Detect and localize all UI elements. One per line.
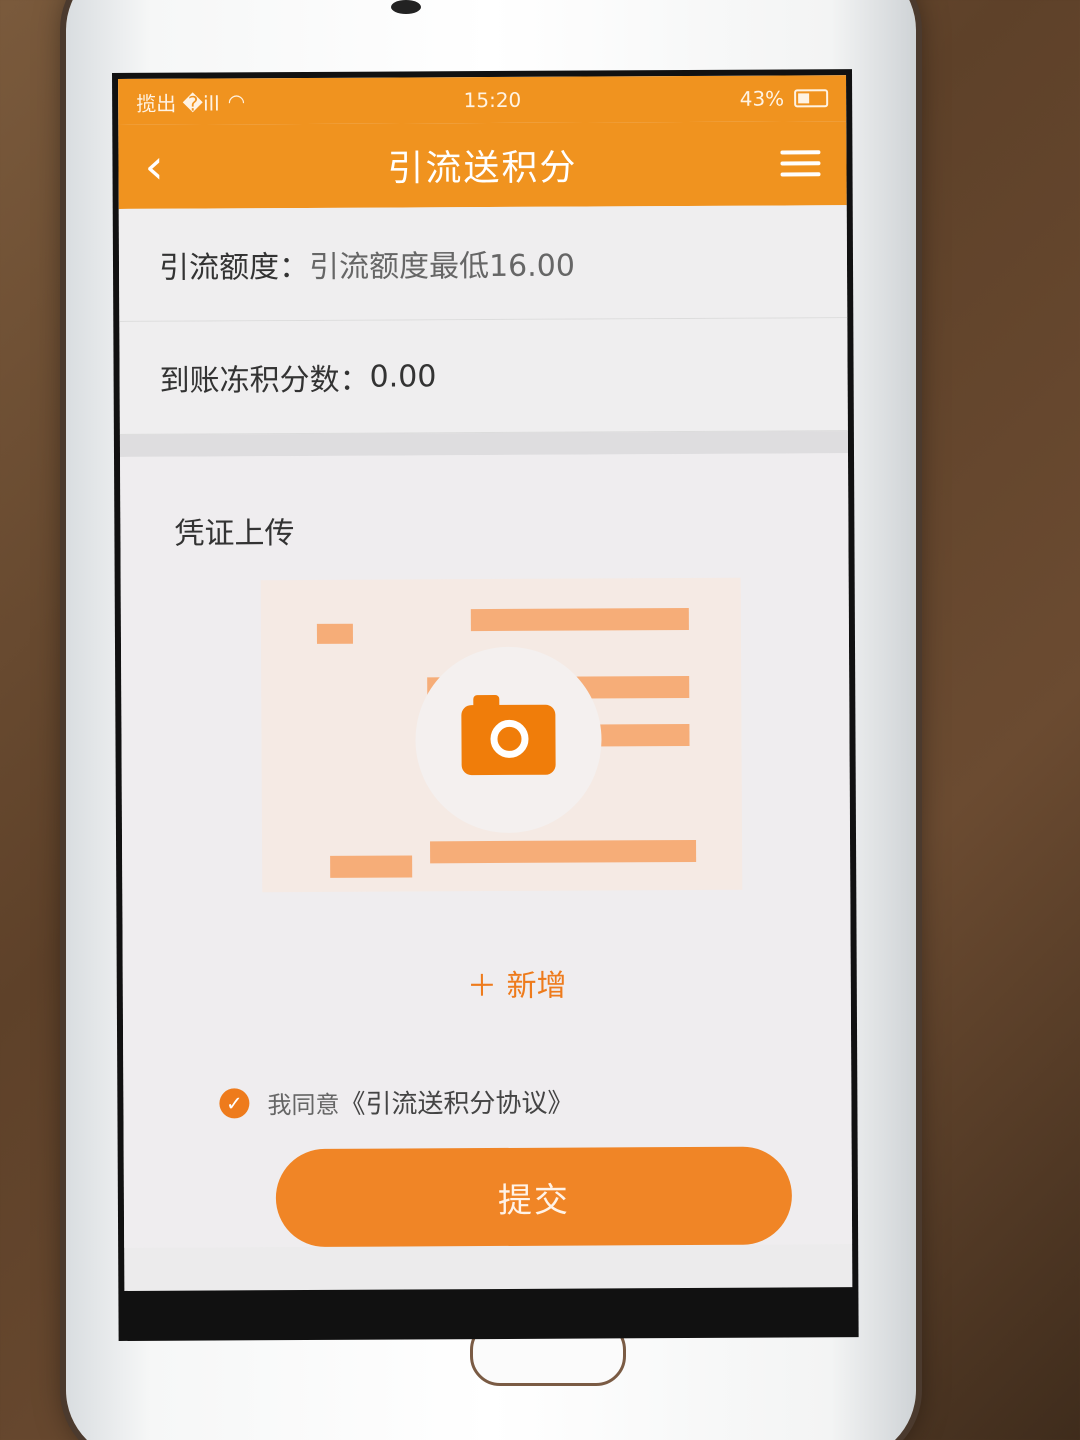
agreement-checkbox[interactable]: ✓ [219, 1087, 250, 1118]
agreement-row: ✓ 我同意 《引流送积分协议》 [219, 1081, 851, 1121]
battery-icon [794, 89, 829, 108]
page-title: 引流送积分 [387, 147, 578, 190]
battery-percent: 43% [739, 86, 785, 111]
quota-row[interactable]: 引流额度： 引流额度最低16.00 [118, 205, 848, 322]
add-button[interactable]: ＋ 新增 [123, 959, 851, 1007]
placeholder-bar [330, 855, 413, 878]
earpiece [391, 0, 421, 14]
phone-screen: 揽出 �ill ◠ 15:20 43% ‹ 引流送积分 引流额度： 引流额度最低… [112, 69, 859, 1341]
upload-title: 凭证上传 [174, 516, 295, 552]
agreement-prefix: 我同意 [267, 1090, 340, 1120]
placeholder-bar [316, 623, 353, 644]
upload-image-placeholder[interactable] [260, 577, 743, 893]
camera-button[interactable] [415, 646, 602, 834]
agreement-link[interactable]: 《引流送积分协议》 [339, 1083, 573, 1121]
status-time: 15:20 [463, 87, 522, 113]
quota-label: 引流额度： [158, 249, 310, 286]
points-row: 到账冻积分数： 0.00 [119, 318, 848, 435]
upload-section: 凭证上传 ＋ 新增 ✓ 我同意 《引流送积分协议》 提交 [120, 453, 853, 1248]
placeholder-bar [430, 839, 697, 864]
quota-input[interactable]: 引流额度最低16.00 [309, 241, 575, 286]
menu-icon[interactable] [780, 150, 821, 177]
points-label: 到账冻积分数： [159, 362, 370, 399]
carrier-text: 揽出 �ill [136, 90, 220, 116]
wifi-icon: ◠ [227, 89, 246, 114]
app-header: ‹ 引流送积分 [118, 121, 847, 209]
back-icon[interactable]: ‹ [144, 139, 184, 195]
status-bar: 揽出 �ill ◠ 15:20 43% [118, 75, 847, 125]
camera-icon [461, 704, 556, 776]
placeholder-bar [470, 607, 689, 632]
submit-button[interactable]: 提交 [275, 1146, 793, 1248]
points-value: 0.00 [369, 358, 437, 395]
placeholder-bar [591, 723, 690, 747]
app-display: 揽出 �ill ◠ 15:20 43% ‹ 引流送积分 引流额度： 引流额度最低… [118, 75, 853, 1291]
